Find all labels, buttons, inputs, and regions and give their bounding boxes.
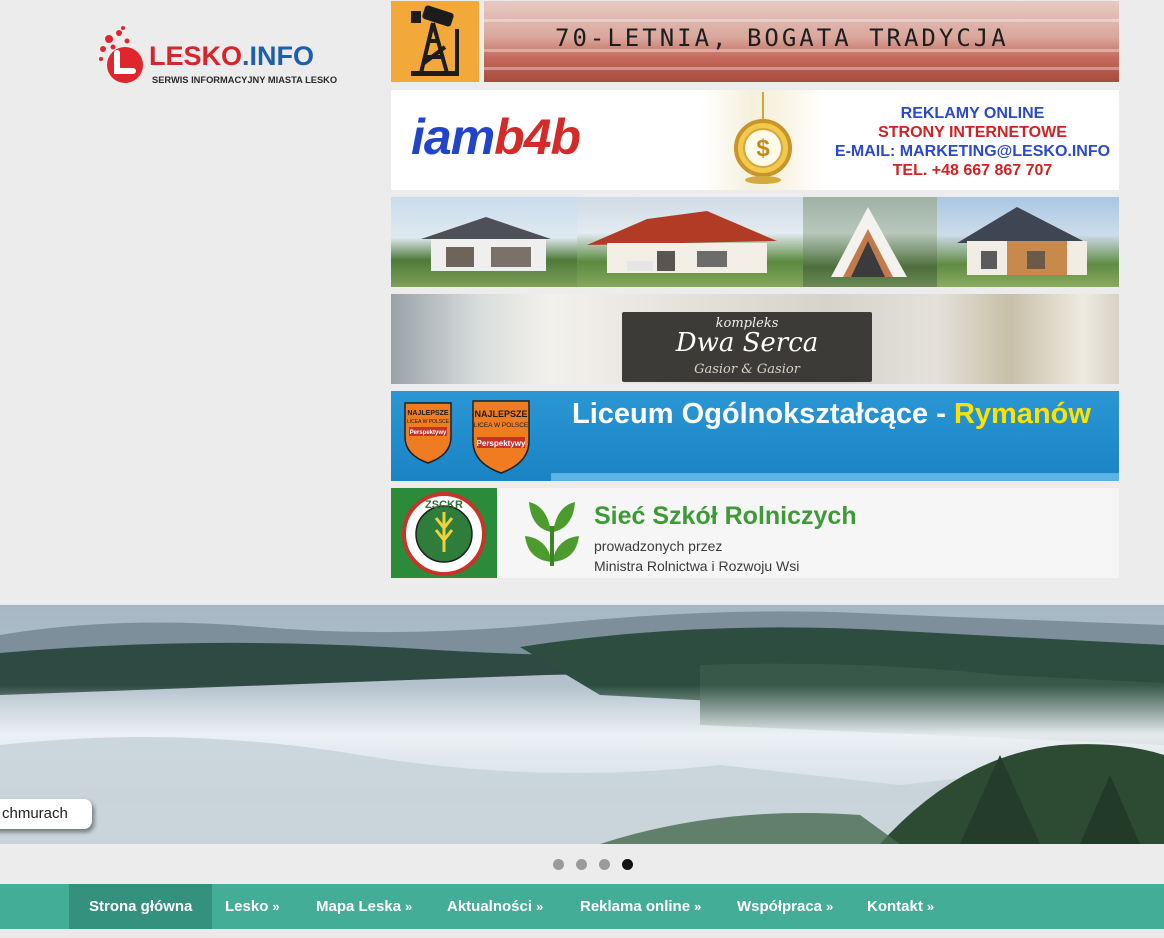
dwa-serca-subtitle: Gasior & Gasior <box>694 362 800 377</box>
svg-text:$: $ <box>756 135 770 162</box>
logo-mark-icon <box>99 26 143 83</box>
slide-landscape-image <box>0 605 1164 844</box>
slider-dot-2[interactable] <box>576 859 587 870</box>
nav-item-lesko[interactable]: Lesko» <box>205 884 300 929</box>
banner-iam-b4b[interactable]: iamb4b $ REKLAMY ONLINE STRONY INTERNETO… <box>391 90 1119 190</box>
chevron-right-icon: » <box>694 899 702 914</box>
svg-text:ZSCKR: ZSCKR <box>425 499 463 511</box>
iam-contact-lines: REKLAMY ONLINE STRONY INTERNETOWE E-MAIL… <box>826 104 1119 180</box>
house-image-4 <box>937 197 1119 287</box>
slider-pagination <box>553 859 633 870</box>
svg-text:NAJLEPSZE: NAJLEPSZE <box>474 409 527 419</box>
szkoly-subtitle: prowadzonych przez Ministra Rolnictwa i … <box>594 538 800 574</box>
logo-tagline: SERWIS INFORMACYJNY MIASTA LESKO <box>152 75 338 85</box>
house-image-2 <box>577 197 803 287</box>
svg-text:LICEA W POLSCE: LICEA W POLSCE <box>407 419 450 425</box>
iam-line-4: TEL. +48 667 867 707 <box>892 162 1053 179</box>
chevron-right-icon: » <box>405 899 413 914</box>
chevron-right-icon: » <box>272 899 280 914</box>
iam-line-3: E-MAIL: MARKETING@LESKO.INFO <box>834 143 1111 160</box>
iam-line-2: STRONY INTERNETOWE <box>878 124 1067 141</box>
nav-item-kontakt[interactable]: Kontakt» <box>847 884 954 929</box>
nav-item-reklama-online[interactable]: Reklama online» <box>560 884 721 929</box>
slider-dot-1[interactable] <box>553 859 564 870</box>
oil-pump-icon <box>391 1 479 82</box>
dwa-serca-logo: kompleks Dwa Serca Gasior & Gasior <box>622 312 872 382</box>
banner-drilling-slogan: 70-LETNIA, BOGATA TRADYCJA <box>555 24 1009 52</box>
house-image-1 <box>391 197 577 287</box>
sprout-logo-icon <box>525 502 579 566</box>
chevron-right-icon: » <box>536 899 544 914</box>
svg-text:LICEA W POLSCE: LICEA W POLSCE <box>474 422 529 429</box>
nav-item-strona-glowna[interactable]: Strona główna <box>69 884 213 929</box>
iam-line-1: REKLAMY ONLINE <box>900 105 1045 122</box>
dollar-coin-icon: $ <box>701 90 825 190</box>
banner-szkoly-rolnicze[interactable]: ZSCKR Sieć Szkół Rolniczych prowadzonych… <box>391 488 1119 578</box>
banner-drilling[interactable]: 70-LETNIA, BOGATA TRADYCJA <box>391 0 1119 83</box>
liceum-title: Liceum Ogólnokształcące - Rymanów <box>572 398 1091 430</box>
banner-houses[interactable] <box>391 197 1119 287</box>
logo-name: LESKO.INFO <box>149 41 315 71</box>
main-navigation: Strona główna Lesko» Mapa Leska» Aktualn… <box>0 884 1164 929</box>
site-logo[interactable]: LESKO.INFO SERWIS INFORMACYJNY MIASTA LE… <box>97 25 347 89</box>
nav-bottom-strip <box>0 929 1164 938</box>
banner-dwa-serca[interactable]: kompleks Dwa Serca Gasior & Gasior <box>391 294 1119 384</box>
chevron-right-icon: » <box>826 899 834 914</box>
hero-slider[interactable]: chmurach <box>0 605 1164 844</box>
banner-liceum[interactable]: NAJLEPSZE LICEA W POLSCE Perspektywy NAJ… <box>391 391 1119 481</box>
svg-text:Perspektywy: Perspektywy <box>477 439 526 448</box>
nav-item-wspolpraca[interactable]: Współpraca» <box>717 884 853 929</box>
slide-caption: chmurach <box>0 799 92 829</box>
iam-b4b-logo: iamb4b <box>411 109 581 165</box>
svg-text:Perspektywy: Perspektywy <box>410 430 447 436</box>
house-image-3 <box>803 197 937 287</box>
slider-dot-4[interactable] <box>622 859 633 870</box>
liceum-bottom-stripe <box>551 473 1119 481</box>
nav-item-mapa-leska[interactable]: Mapa Leska» <box>296 884 432 929</box>
nav-item-aktualnosci[interactable]: Aktualności» <box>427 884 563 929</box>
chevron-right-icon: » <box>926 899 935 914</box>
svg-text:NAJLEPSZE: NAJLEPSZE <box>407 410 449 417</box>
dwa-serca-title: Dwa Serca <box>675 328 819 358</box>
szkoly-title: Sieć Szkół Rolniczych <box>594 502 857 530</box>
zsckr-seal-icon: ZSCKR <box>391 488 497 578</box>
perspektywy-badge-icon: NAJLEPSZE LICEA W POLSCE Perspektywy NAJ… <box>404 400 530 474</box>
slider-dot-3[interactable] <box>599 859 610 870</box>
